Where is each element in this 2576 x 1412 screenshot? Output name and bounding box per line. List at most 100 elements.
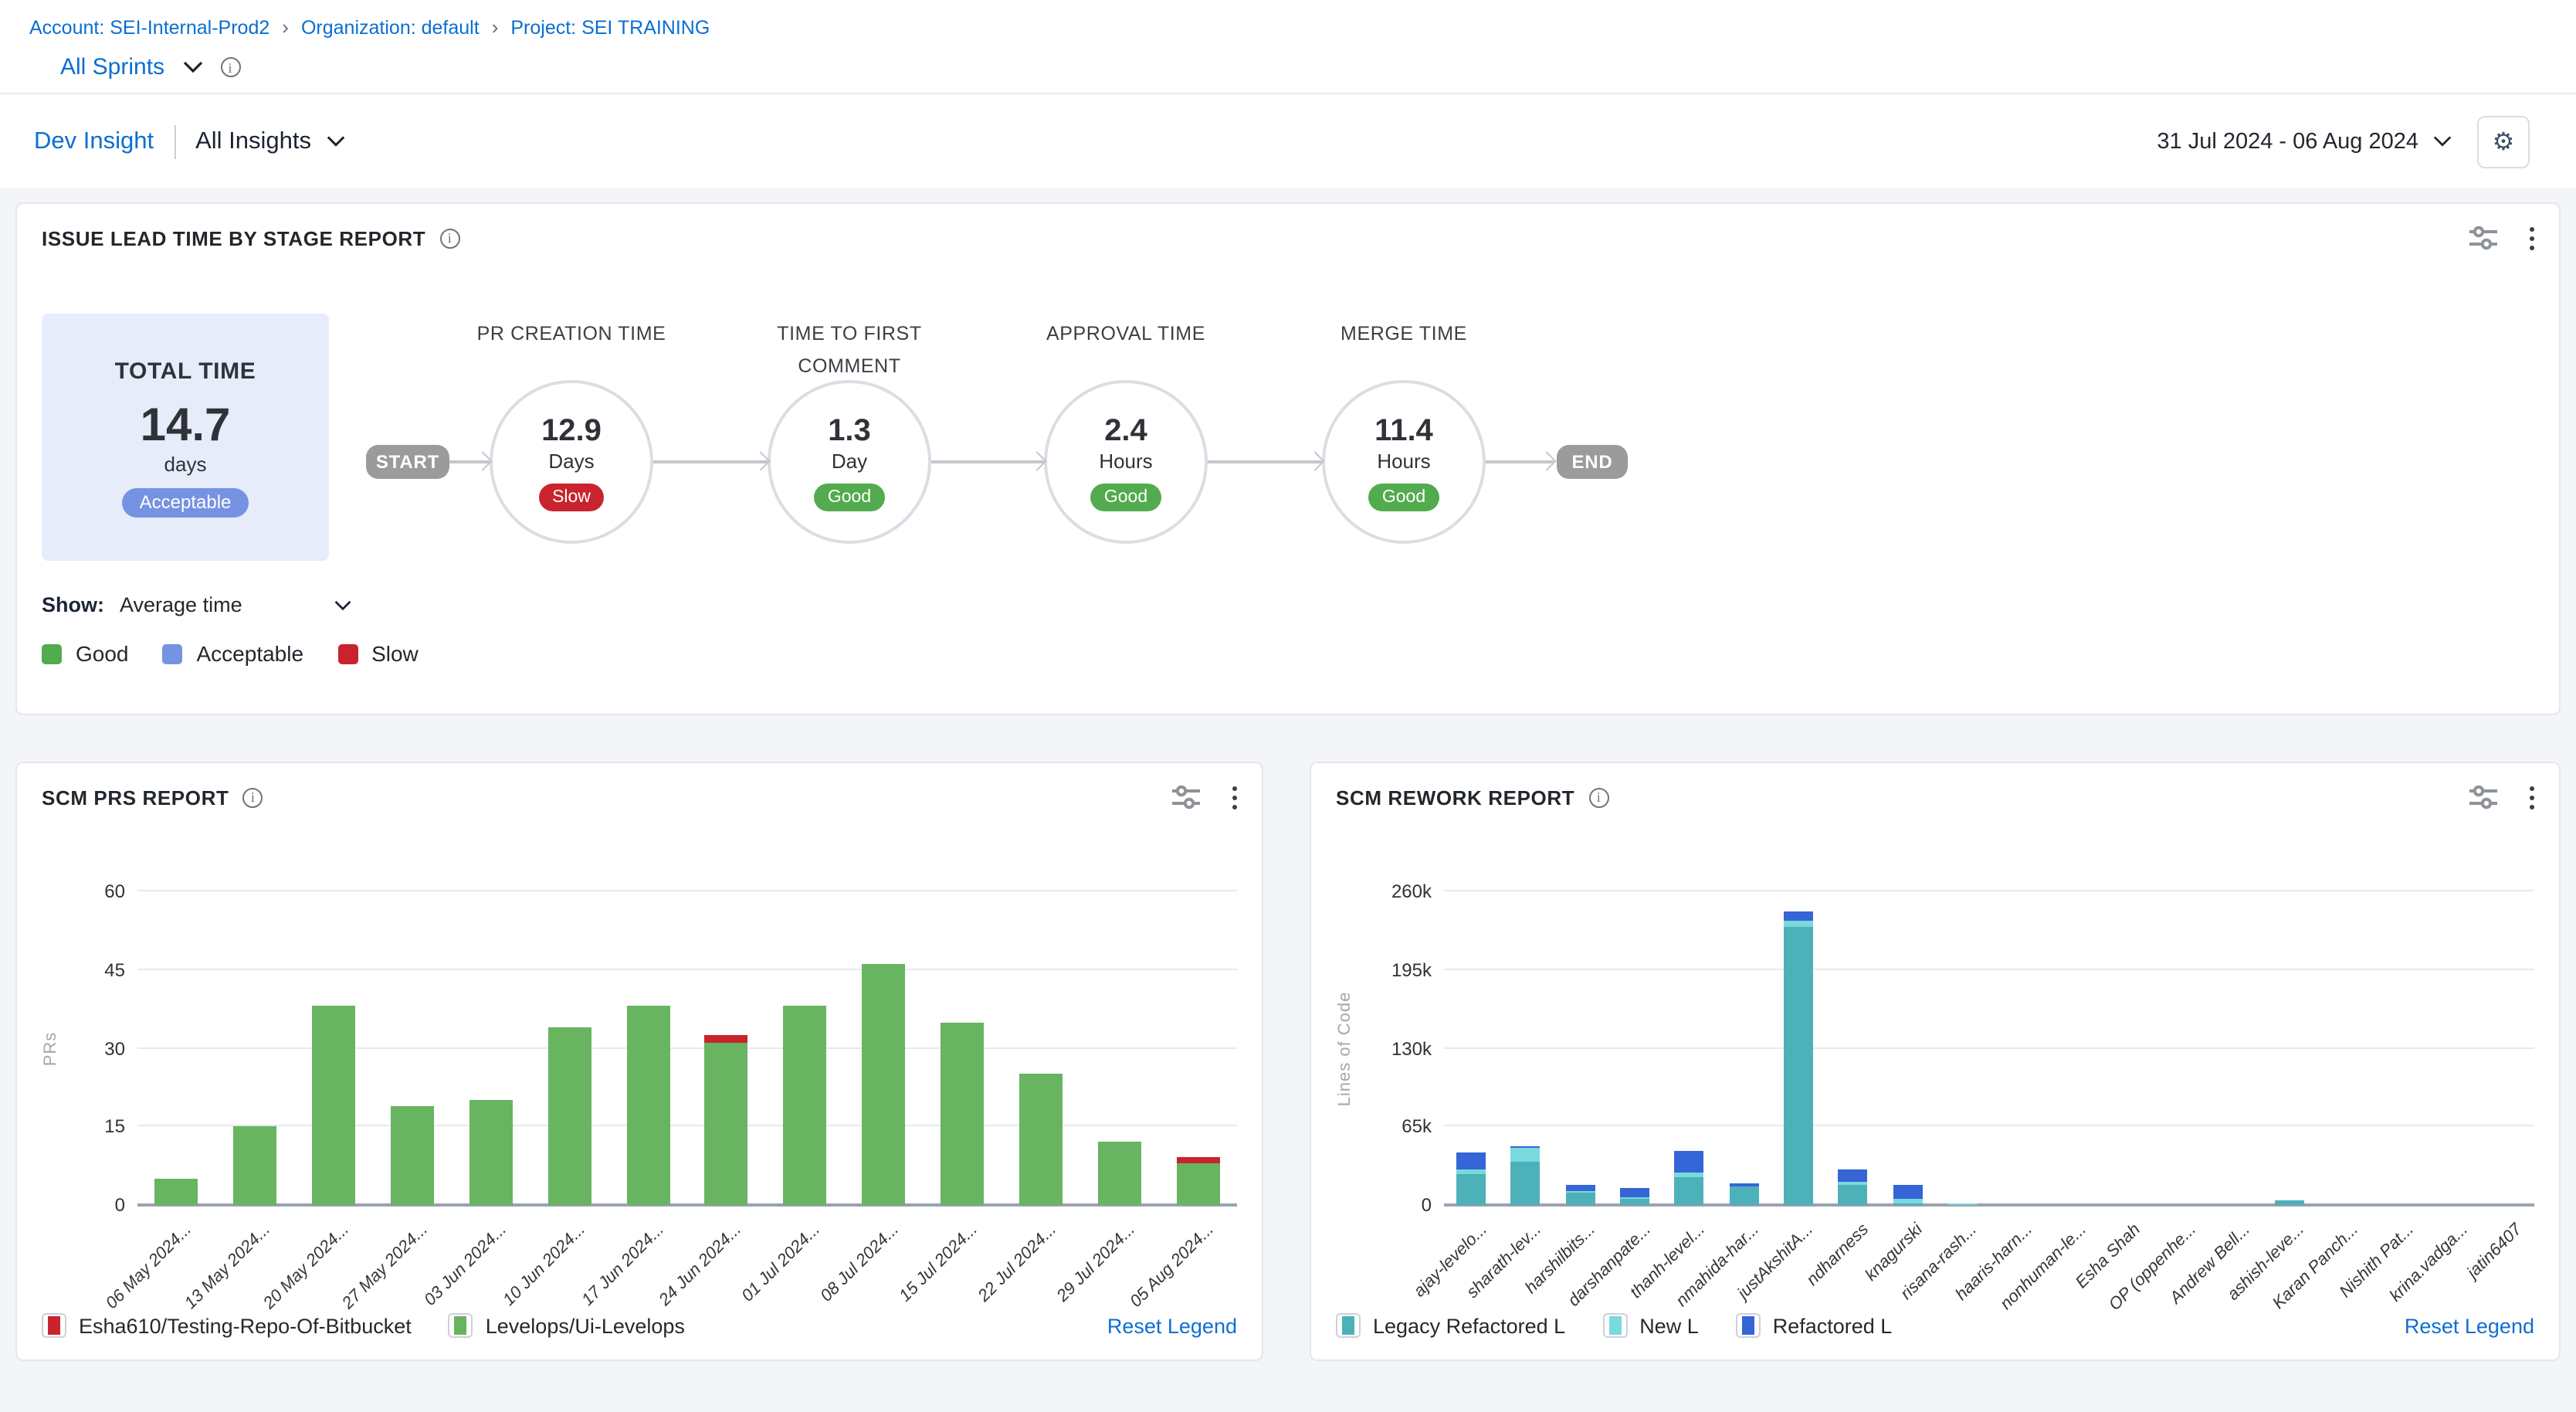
flow-end-pill: END xyxy=(1557,445,1628,479)
legend-label: Acceptable xyxy=(197,641,304,666)
scm-prs-report-panel: SCM PRS REPORT 06 May 2024...13 May 2024… xyxy=(15,762,1263,1361)
bar-segment xyxy=(1176,1156,1219,1163)
bar-segment xyxy=(1566,1191,1595,1193)
settings-button[interactable]: ⚙ xyxy=(2477,115,2530,168)
insights-selector[interactable]: All Insights xyxy=(195,127,345,155)
breadcrumb-organization[interactable]: Organization: default xyxy=(301,16,480,38)
chevron-down-icon xyxy=(2432,134,2452,148)
total-time-badge: Acceptable xyxy=(123,487,249,517)
kebab-menu-icon[interactable] xyxy=(2530,786,2534,809)
bar-segment xyxy=(1729,1187,1758,1205)
breadcrumb-account[interactable]: Account: SEI-Internal-Prod2 xyxy=(29,16,269,38)
legend-item[interactable]: New L xyxy=(1602,1313,1699,1338)
x-tick-label: jatin6407 xyxy=(2465,1220,2527,1282)
lead-time-flow: TOTAL TIME 14.7 days Acceptable STARTEND… xyxy=(17,272,2559,590)
date-range-selector[interactable]: 31 Jul 2024 - 06 Aug 2024 xyxy=(2157,129,2452,154)
gridline xyxy=(1444,890,2534,891)
show-metric-dropdown[interactable]: Average time xyxy=(120,593,351,616)
issue-lead-time-panel: ISSUE LEAD TIME BY STAGE REPORT TOTAL TI… xyxy=(15,202,2561,715)
widget-filters-icon[interactable] xyxy=(1171,785,1202,810)
total-time-value: 14.7 xyxy=(141,402,231,449)
legend-label: Refactored L xyxy=(1773,1314,1893,1337)
breadcrumb-separator: › xyxy=(492,15,499,39)
y-tick-label: 260k xyxy=(1379,881,1432,902)
panel-title: SCM PRS REPORT xyxy=(42,786,229,809)
bar-segment xyxy=(469,1101,513,1205)
x-axis-line xyxy=(1444,1203,2534,1207)
legend-item[interactable]: Refactored L xyxy=(1736,1313,1893,1338)
reset-legend-link[interactable]: Reset Legend xyxy=(1107,1314,1237,1337)
bar-segment xyxy=(1620,1188,1649,1196)
breadcrumb: Account: SEI-Internal-Prod2 › Organizati… xyxy=(29,15,2576,39)
date-range-label: 31 Jul 2024 - 06 Aug 2024 xyxy=(2157,129,2418,154)
dashboard-content: ISSUE LEAD TIME BY STAGE REPORT TOTAL TI… xyxy=(0,188,2576,1412)
gridline xyxy=(137,969,1237,970)
bar-segment xyxy=(626,1006,669,1205)
gridline xyxy=(137,890,1237,891)
reset-legend-link[interactable]: Reset Legend xyxy=(2405,1314,2534,1337)
legend-checkbox xyxy=(449,1313,473,1338)
gridline xyxy=(137,1047,1237,1048)
bar-segment xyxy=(1456,1173,1486,1205)
scm-prs-chart: 06 May 2024...13 May 2024...20 May 2024.… xyxy=(17,831,1262,1292)
y-tick-label: 195k xyxy=(1379,959,1432,981)
info-icon[interactable] xyxy=(220,57,240,77)
y-tick-label: 45 xyxy=(73,959,125,981)
chevron-down-icon[interactable] xyxy=(181,60,203,74)
stage-unit: Hours xyxy=(1099,449,1152,472)
bar-segment xyxy=(705,1035,748,1043)
bar-segment xyxy=(1784,912,1813,922)
stage-circle: 2.4HoursGood xyxy=(1044,380,1208,544)
bar-segment xyxy=(1675,1178,1704,1205)
bar-segment xyxy=(1893,1199,1922,1203)
kebab-menu-icon[interactable] xyxy=(2530,226,2534,249)
insights-selector-label: All Insights xyxy=(195,127,311,155)
legend-checkbox xyxy=(42,1313,66,1338)
bar-segment xyxy=(1839,1170,1868,1183)
stage-circle: 1.3DayGood xyxy=(768,380,931,544)
breadcrumb-project[interactable]: Project: SEI TRAINING xyxy=(510,16,710,38)
gridline xyxy=(1444,1125,2534,1127)
dev-insight-link[interactable]: Dev Insight xyxy=(34,127,154,155)
legend-item[interactable]: Levelops/Ui-Levelops xyxy=(449,1313,685,1338)
bar-segment xyxy=(941,1022,984,1205)
chart-plot: ajay-levelo...sharath-lev...harshilbits.… xyxy=(1444,891,2534,1205)
legend-item[interactable]: Esha610/Testing-Repo-Of-Bitbucket xyxy=(42,1313,412,1338)
legend-checkbox xyxy=(1602,1313,1627,1338)
stage-value: 12.9 xyxy=(541,413,602,447)
bar-segment xyxy=(1019,1074,1063,1205)
stage-badge: Good xyxy=(1368,483,1439,511)
scm-rework-report-panel: SCM REWORK REPORT ajay-levelo...sharath-… xyxy=(1310,762,2561,1361)
gridline xyxy=(1444,1047,2534,1048)
show-metric-value: Average time xyxy=(120,593,242,616)
gridline xyxy=(1444,969,2534,970)
chevron-down-icon xyxy=(325,134,345,148)
panel-title: SCM REWORK REPORT xyxy=(1336,786,1574,809)
chart-plot: 06 May 2024...13 May 2024...20 May 2024.… xyxy=(137,891,1237,1205)
stage-badge: Good xyxy=(814,483,885,511)
bar-segment xyxy=(1456,1153,1486,1169)
widget-filters-icon[interactable] xyxy=(2468,785,2499,810)
legend-item: Acceptable xyxy=(163,641,304,666)
info-icon[interactable] xyxy=(242,787,263,807)
info-icon[interactable] xyxy=(439,228,459,248)
bar-segment xyxy=(234,1127,277,1206)
legend-label: New L xyxy=(1639,1314,1699,1337)
bar-segment xyxy=(1839,1182,1868,1184)
chevron-down-icon xyxy=(333,599,351,611)
legend-item: Good xyxy=(42,641,129,666)
bar-segment xyxy=(1784,921,1813,928)
y-axis-label: PRs xyxy=(42,1031,60,1066)
info-icon[interactable] xyxy=(1588,787,1608,807)
kebab-menu-icon[interactable] xyxy=(1232,786,1237,809)
sprint-selector[interactable]: All Sprints xyxy=(60,54,164,80)
bar-segment xyxy=(1675,1150,1704,1172)
widget-filters-icon[interactable] xyxy=(2468,226,2499,250)
bar-segment xyxy=(862,965,905,1205)
legend-label: Slow xyxy=(371,641,419,666)
legend-item[interactable]: Legacy Refactored L xyxy=(1336,1313,1565,1338)
legend-item: Slow xyxy=(337,641,419,666)
bar-segment xyxy=(155,1179,198,1205)
gear-icon: ⚙ xyxy=(2493,126,2515,157)
top-nav: Account: SEI-Internal-Prod2 › Organizati… xyxy=(0,0,2576,94)
